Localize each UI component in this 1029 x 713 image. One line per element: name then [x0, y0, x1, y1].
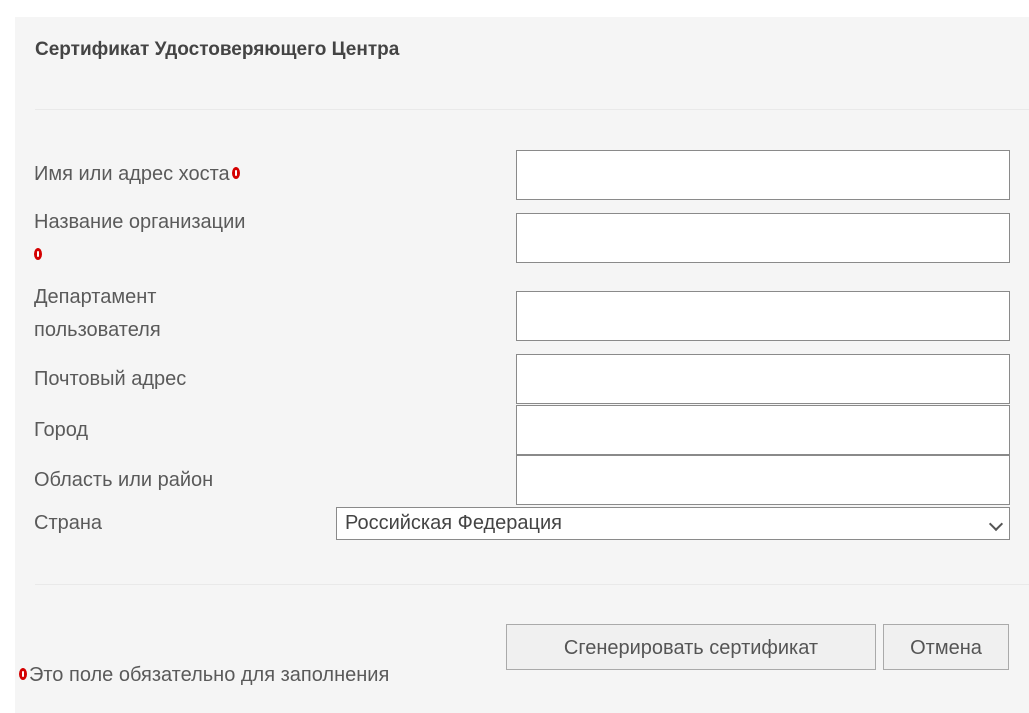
city-input[interactable]: [516, 405, 1010, 455]
field-label-country: Страна: [34, 512, 103, 534]
required-footnote: Это поле обязательно для заполнения: [19, 664, 389, 687]
divider: [35, 584, 1029, 585]
divider: [35, 109, 1029, 110]
organization-input[interactable]: [516, 213, 1010, 263]
field-label-postal: Почтовый адрес: [34, 368, 187, 390]
chevron-down-icon: [988, 516, 1004, 532]
field-label-host: Имя или адрес хоста: [34, 158, 334, 191]
generate-certificate-button[interactable]: Сгенерировать сертификат: [506, 624, 876, 670]
country-selected-value: Российская Федерация: [345, 512, 563, 534]
field-label-region: Область или район: [34, 469, 214, 491]
department-input[interactable]: [516, 291, 1010, 341]
host-input[interactable]: [516, 150, 1010, 200]
country-select[interactable]: Российская Федерация: [336, 507, 1010, 540]
required-marker-icon: [19, 667, 27, 680]
required-marker-icon: [231, 166, 240, 179]
dialog-title: Сертификат Удостоверяющего Центра: [35, 39, 400, 60]
certificate-dialog: Сертификат Удостоверяющего Центра Имя ил…: [15, 17, 1029, 713]
field-label-city: Город: [34, 419, 89, 441]
cancel-button[interactable]: Отмена: [883, 624, 1009, 670]
field-label-organization: Название организации: [34, 206, 334, 272]
field-label-department: Департамент пользователя: [34, 286, 161, 341]
required-marker-icon: [34, 247, 42, 260]
region-input[interactable]: [516, 455, 1010, 505]
postal-input[interactable]: [516, 354, 1010, 404]
